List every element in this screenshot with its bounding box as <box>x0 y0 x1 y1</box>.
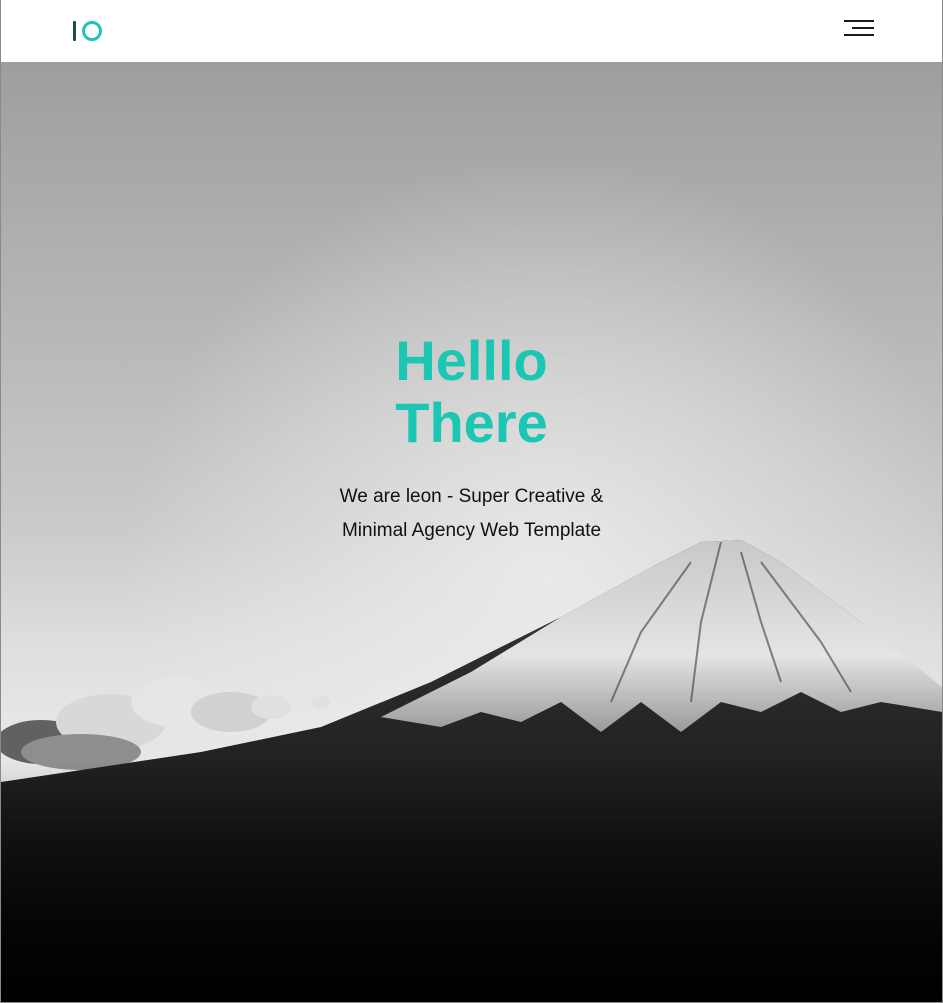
hero-section: Helllo There We are leon - Super Creativ… <box>1 62 942 1002</box>
site-header <box>1 0 942 62</box>
menu-line-middle <box>852 27 874 29</box>
logo-ring-glyph <box>82 21 102 41</box>
hero-headline-line1: Helllo <box>395 329 548 392</box>
menu-line-bottom <box>844 34 874 36</box>
hero-subtitle-line2: Minimal Agency Web Template <box>341 520 602 541</box>
hero-subtitle-line1: We are leon - Super Creative & <box>339 486 604 507</box>
hero-headline-line2: There <box>395 391 548 454</box>
hero-subtitle: We are leon - Super Creative & Minimal A… <box>1 480 942 548</box>
logo-bar-glyph <box>73 21 76 41</box>
hamburger-menu-icon[interactable] <box>842 19 874 39</box>
hero-headline: Helllo There <box>1 330 942 454</box>
site-logo[interactable] <box>73 19 102 43</box>
page: Helllo There We are leon - Super Creativ… <box>0 0 943 1003</box>
menu-line-top <box>844 20 874 22</box>
hero-content: Helllo There We are leon - Super Creativ… <box>1 330 942 548</box>
